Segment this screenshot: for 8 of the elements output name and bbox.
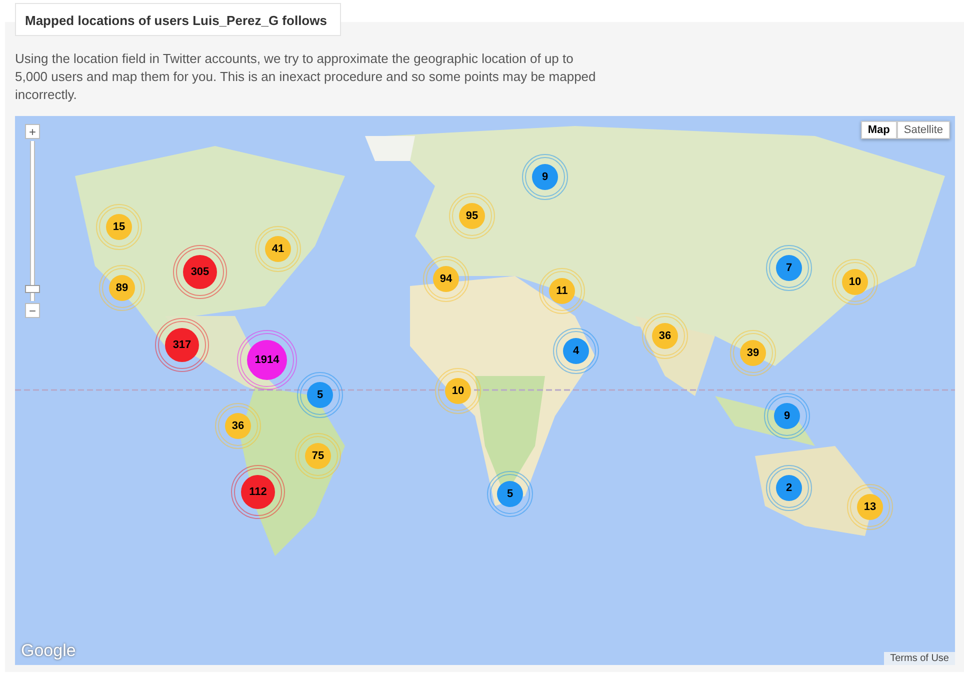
zoom-out-button[interactable]: −	[25, 303, 40, 318]
map-logo: Google	[21, 641, 76, 661]
zoom-in-button[interactable]: +	[25, 124, 40, 139]
map-type-button[interactable]: Satellite	[896, 121, 950, 139]
description: Using the location field in Twitter accounts, we try to approximate the geographic location of up to 5,000 users and map them for you. This is an inexact procedure and so some points may be mapped incorrectly.	[15, 50, 597, 104]
map-type-button[interactable]: Map	[860, 121, 897, 139]
panel-title: Mapped locations of users Luis_Perez_G follows	[15, 3, 341, 36]
terms-link[interactable]: Terms of Use	[884, 652, 955, 665]
